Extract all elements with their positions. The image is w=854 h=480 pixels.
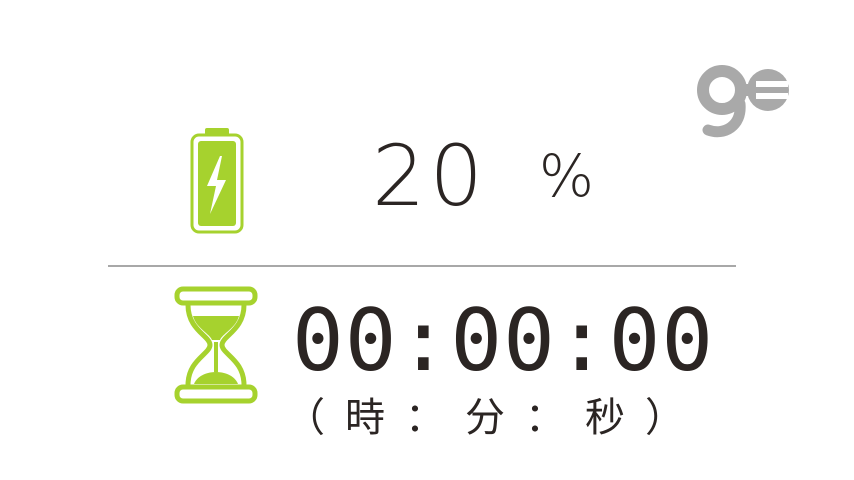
time-units-label: （ 時 ： 分 ： 秒 ）: [285, 398, 685, 438]
time-units-seconds: 秒: [585, 395, 625, 441]
hourglass-icon: [174, 286, 258, 404]
plug-icon: [697, 65, 789, 138]
battery-percentage: 20 %: [372, 128, 594, 224]
time-units-minutes: 分: [465, 395, 505, 441]
battery-percentage-value: 20: [372, 127, 487, 225]
time-units-open-paren: （: [285, 395, 325, 441]
time-units-colon: ：: [525, 395, 565, 441]
time-units-colon: ：: [405, 395, 445, 441]
time-units-hours: 時: [345, 395, 385, 441]
battery-percentage-unit: %: [538, 142, 595, 210]
remaining-time: 00:00:00: [292, 291, 715, 391]
time-units-close-paren: ）: [645, 395, 685, 441]
divider: [108, 265, 736, 267]
battery-charging-icon: [190, 128, 244, 234]
